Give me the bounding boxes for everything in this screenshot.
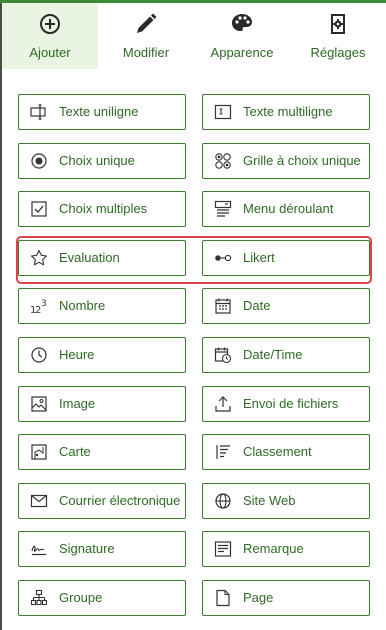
button-label: Choix unique <box>59 152 135 168</box>
note-icon <box>214 540 232 558</box>
button-label: Date/Time <box>243 346 303 362</box>
button-label: Site Web <box>243 492 296 508</box>
settings-doc-icon <box>325 11 351 37</box>
number-icon: 123 <box>30 297 48 315</box>
button-label: Choix multiples <box>59 201 148 217</box>
file-upload-button[interactable]: Envoi de fichiers <box>202 385 370 422</box>
grid-row: Evaluation Likert <box>18 239 370 276</box>
button-label: Carte <box>59 444 91 460</box>
grid-row: Image Envoi de fichiers <box>18 385 370 422</box>
datetime-button[interactable]: Date/Time <box>202 336 370 373</box>
button-label: Texte uniligne <box>59 104 139 119</box>
multiline-text-button[interactable]: Texte multiligne <box>202 94 370 130</box>
grid-row: Groupe Page <box>18 579 370 616</box>
globe-icon <box>214 492 232 510</box>
button-label: Likert <box>243 249 275 265</box>
grid-row: Choix unique Grille à choix unique <box>18 142 370 179</box>
button-label: Menu déroulant <box>243 201 334 217</box>
signature-icon <box>30 540 48 558</box>
time-button[interactable]: Heure <box>18 336 186 373</box>
question-type-grid: Texte uniligne Texte multiligne Choix un… <box>18 94 370 629</box>
clock-icon <box>30 346 48 364</box>
button-label: Nombre <box>59 298 106 314</box>
multiple-choice-button[interactable]: Choix multiples <box>18 191 186 228</box>
likert-button[interactable]: Likert <box>202 239 370 276</box>
button-label: Image <box>59 395 96 411</box>
image-button[interactable]: Image <box>18 385 186 422</box>
single-choice-button[interactable]: Choix unique <box>18 142 186 179</box>
button-label: Courrier électronique <box>59 492 181 508</box>
website-button[interactable]: Site Web <box>202 482 370 519</box>
tab-apparence[interactable]: Apparence <box>194 3 290 69</box>
likert-icon <box>214 249 232 267</box>
tab-modifier[interactable]: Modifier <box>98 3 194 69</box>
tab-ajouter[interactable]: Ajouter <box>2 3 98 69</box>
email-icon <box>30 492 48 510</box>
button-label: Evaluation <box>59 249 120 265</box>
grid-row: Choix multiples Menu déroulant <box>18 191 370 228</box>
rating-button[interactable]: Evaluation <box>18 239 186 276</box>
calendar-icon <box>214 297 232 315</box>
checkbox-icon <box>30 200 48 218</box>
single-line-text-button[interactable]: Texte uniligne <box>18 94 186 130</box>
tab-label: Apparence <box>210 45 274 60</box>
button-label: Heure <box>59 346 95 362</box>
note-button[interactable]: Remarque <box>202 531 370 568</box>
tab-label: Ajouter <box>29 45 71 60</box>
grid-row: Heure Date/Time <box>18 336 370 373</box>
single-choice-grid-button[interactable]: Grille à choix unique <box>202 142 370 179</box>
number-button[interactable]: 123 Nombre <box>18 288 186 325</box>
pencil-icon <box>133 11 159 37</box>
email-button[interactable]: Courrier électronique <box>18 482 186 519</box>
ranking-icon <box>214 443 232 461</box>
button-label: Classement <box>243 444 312 460</box>
grid-row: Signature Remarque <box>18 531 370 568</box>
button-label: Signature <box>59 541 115 557</box>
ranking-button[interactable]: Classement <box>202 434 370 471</box>
button-label: Texte multiligne <box>243 104 333 119</box>
button-label: Date <box>243 298 271 314</box>
upload-icon <box>214 395 232 413</box>
signature-button[interactable]: Signature <box>18 531 186 568</box>
page-button[interactable]: Page <box>202 579 370 616</box>
map-button[interactable]: Carte <box>18 434 186 471</box>
survey-designer-panel: Ajouter Modifier Apparence Réglages Text… <box>0 0 386 630</box>
grid-row: 123 Nombre Date <box>18 288 370 325</box>
svg-text:3: 3 <box>41 299 47 309</box>
dropdown-icon <box>214 200 232 218</box>
tab-reglages[interactable]: Réglages <box>290 3 386 69</box>
star-icon <box>30 249 48 267</box>
date-button[interactable]: Date <box>202 288 370 325</box>
page-icon <box>214 589 232 607</box>
dropdown-button[interactable]: Menu déroulant <box>202 191 370 228</box>
single-line-text-icon <box>30 103 48 121</box>
map-icon <box>30 443 48 461</box>
button-label: Grille à choix unique <box>243 152 361 168</box>
tab-bar: Ajouter Modifier Apparence Réglages <box>2 3 386 69</box>
multiline-text-icon <box>214 103 232 121</box>
calendar-clock-icon <box>214 346 232 364</box>
button-label: Envoi de fichiers <box>243 395 339 411</box>
button-label: Page <box>243 589 274 605</box>
left-divider <box>0 3 2 630</box>
tab-label: Réglages <box>310 45 366 60</box>
button-label: Groupe <box>59 589 103 605</box>
group-button[interactable]: Groupe <box>18 579 186 616</box>
add-circle-icon <box>37 11 63 37</box>
radio-grid-icon <box>214 152 232 170</box>
palette-icon <box>229 11 255 37</box>
grid-row: Carte Classement <box>18 434 370 471</box>
button-label: Remarque <box>243 541 304 557</box>
image-icon <box>30 395 48 413</box>
radio-icon <box>30 152 48 170</box>
grid-row: Courrier électronique Site Web <box>18 482 370 519</box>
grid-row: Texte uniligne Texte multiligne <box>18 94 370 130</box>
tab-label: Modifier <box>122 45 170 60</box>
group-icon <box>30 589 48 607</box>
